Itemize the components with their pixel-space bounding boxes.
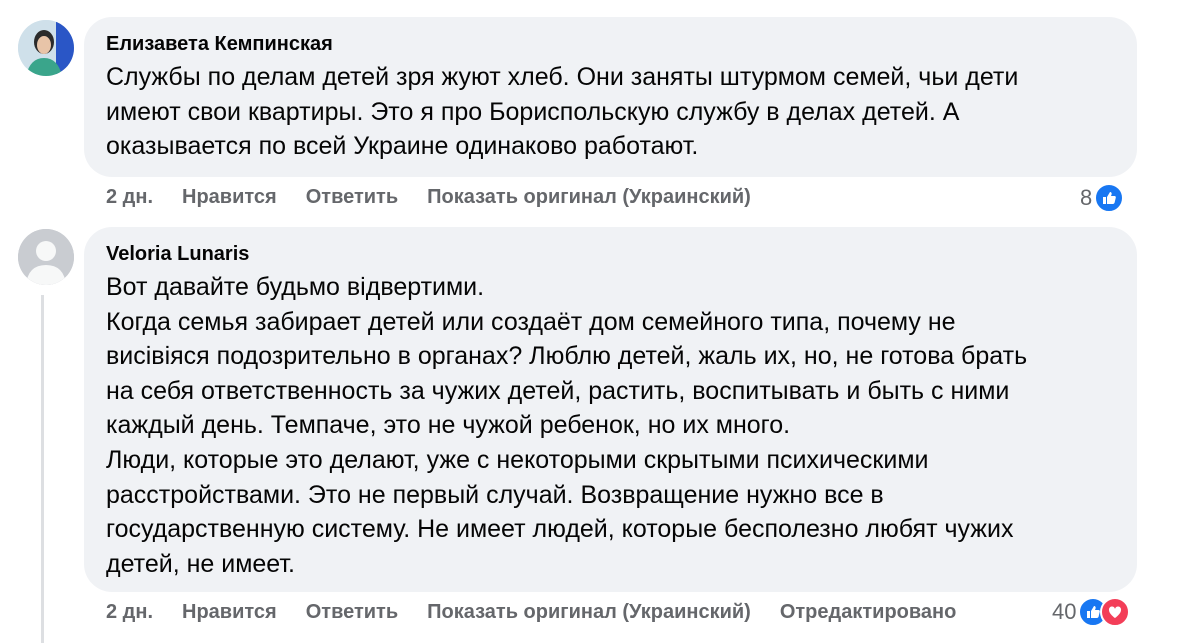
reply-thread-line (41, 295, 44, 643)
comment-time[interactable]: 2 дн. (106, 601, 153, 624)
comment-text: Службы по делам детей зря жуют хлеб. Они… (106, 63, 1019, 161)
love-icon (1100, 597, 1131, 627)
comment-actions: 2 дн. Нравится Ответить Показать оригина… (106, 186, 780, 209)
profile-photo-icon (18, 20, 74, 76)
avatar[interactable] (18, 20, 74, 76)
comment-author[interactable]: Veloria Lunaris (106, 241, 1115, 267)
edited-label[interactable]: Отредактировано (780, 601, 957, 624)
comment-bubble: Елизавета Кемпинская Службы по делам дет… (84, 17, 1137, 177)
comment-bubble: Veloria Lunaris Вот давайте будьмо відве… (84, 227, 1137, 592)
comment-author[interactable]: Елизавета Кемпинская (106, 31, 1115, 57)
show-original-button[interactable]: Показать оригинал (Украинский) (427, 186, 751, 209)
reaction-summary[interactable]: 8 (1080, 183, 1125, 213)
reaction-summary[interactable]: 40 (1052, 597, 1131, 627)
reply-button[interactable]: Ответить (306, 601, 398, 624)
reaction-count: 40 (1052, 599, 1077, 624)
like-icon (1094, 183, 1125, 213)
like-button[interactable]: Нравится (182, 186, 277, 209)
default-avatar-icon (18, 229, 74, 285)
avatar[interactable] (18, 229, 74, 285)
comment-time[interactable]: 2 дн. (106, 186, 153, 209)
comment-actions: 2 дн. Нравится Ответить Показать оригина… (106, 601, 985, 624)
show-original-button[interactable]: Показать оригинал (Украинский) (427, 601, 751, 624)
reply-button[interactable]: Ответить (306, 186, 398, 209)
reaction-count: 8 (1080, 185, 1093, 210)
like-button[interactable]: Нравится (182, 601, 277, 624)
comment-text: Вот давайте будьмо відвертими. Когда сем… (106, 273, 1028, 578)
